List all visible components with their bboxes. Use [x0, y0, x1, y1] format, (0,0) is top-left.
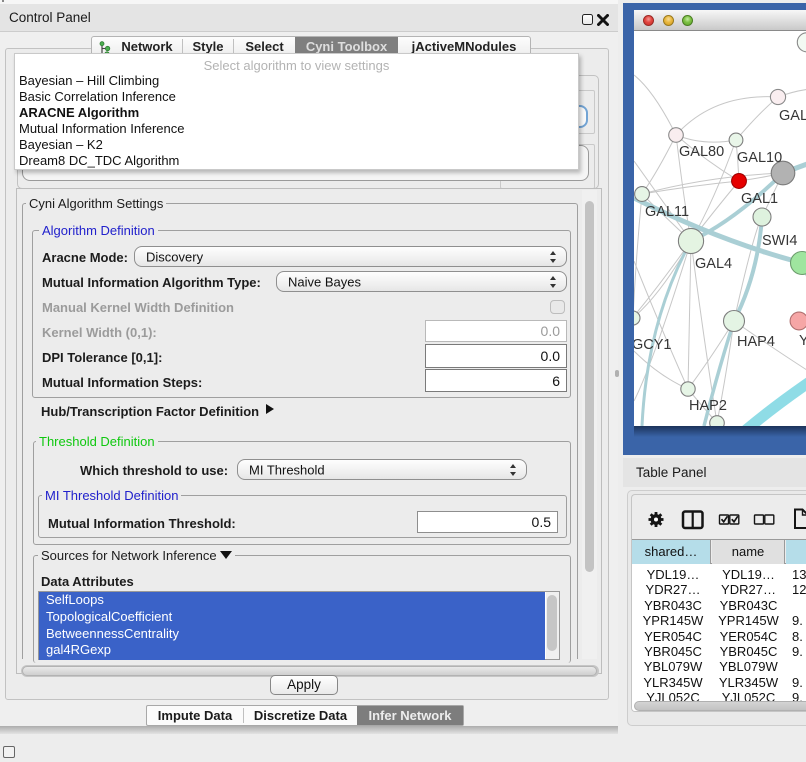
svg-text:HAP4: HAP4 — [737, 334, 775, 350]
svg-text:GCY1: GCY1 — [634, 337, 672, 353]
svg-text:GAL11: GAL11 — [645, 204, 689, 220]
svg-text:GAL80: GAL80 — [679, 144, 724, 160]
svg-text:GAL10: GAL10 — [737, 150, 782, 166]
svg-text:Y: Y — [799, 333, 806, 349]
svg-text:GAL4: GAL4 — [695, 256, 732, 272]
svg-text:GAL1: GAL1 — [741, 191, 778, 207]
svg-text:HAP2: HAP2 — [689, 398, 727, 414]
svg-text:SWI4: SWI4 — [762, 233, 797, 249]
svg-text:GAL2: GAL2 — [779, 108, 806, 124]
